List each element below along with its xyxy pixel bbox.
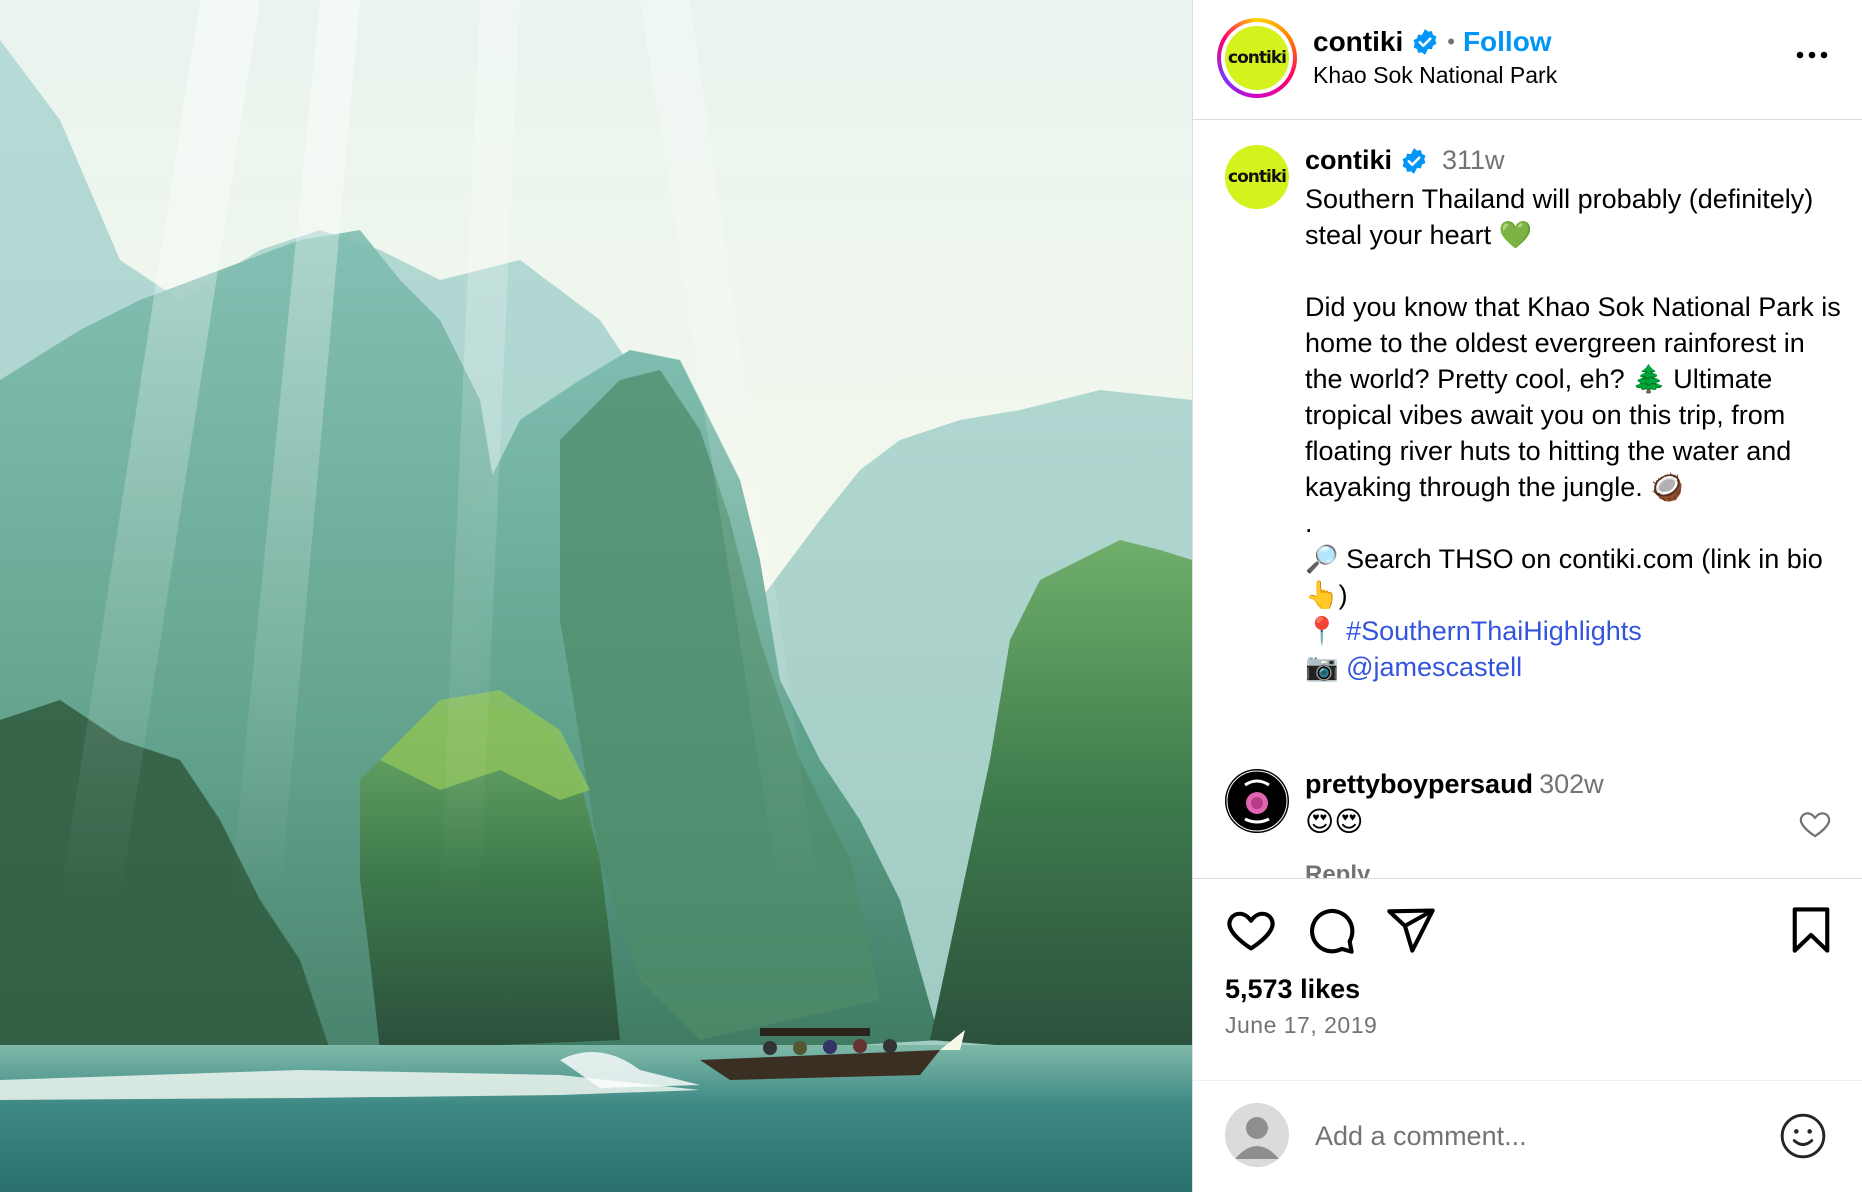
comment-input[interactable]: [1313, 1111, 1757, 1161]
hashtag-prefix: 📍: [1305, 616, 1347, 646]
caption-age: 311w: [1442, 145, 1505, 175]
location-link[interactable]: Khao Sok National Park: [1313, 62, 1557, 89]
post-header: contiki contiki • Follow Khao Sok Nation…: [1193, 0, 1862, 120]
current-user-avatar: [1225, 1103, 1289, 1167]
hashtag-link[interactable]: #SouthernThaiHighlights: [1346, 616, 1642, 646]
header-username[interactable]: contiki: [1313, 26, 1403, 58]
mention-link[interactable]: @jamescastell: [1346, 652, 1522, 682]
more-options-icon[interactable]: [1792, 40, 1832, 70]
comment-header: prettyboypersaud 302w: [1305, 769, 1604, 800]
commenter-avatar[interactable]: [1225, 769, 1289, 833]
comment-age: 302w: [1539, 769, 1604, 799]
default-user-icon: [1225, 1103, 1289, 1167]
caption-body: Southern Thailand will probably (definit…: [1305, 184, 1841, 610]
caption-text: Southern Thailand will probably (definit…: [1305, 181, 1845, 685]
post-date: June 17, 2019: [1225, 1012, 1378, 1038]
caption-avatar-text: contiki: [1228, 167, 1287, 187]
header-username-row: contiki • Follow: [1313, 26, 1552, 58]
comments-section[interactable]: contiki contiki 311w Southern Thailand w…: [1193, 121, 1862, 878]
post-panel: contiki contiki • Follow Khao Sok Nation…: [1192, 0, 1862, 1192]
landscape-image: [0, 0, 1192, 1192]
caption-avatar[interactable]: contiki: [1225, 145, 1289, 209]
follow-button[interactable]: Follow: [1463, 26, 1552, 58]
verified-badge-icon: [1413, 29, 1437, 55]
avatar-text: contiki: [1228, 48, 1287, 68]
avatar: contiki: [1225, 26, 1289, 90]
heart-icon[interactable]: [1225, 904, 1277, 956]
caption-header: contiki 311w: [1305, 145, 1505, 176]
caption-username[interactable]: contiki: [1305, 145, 1392, 176]
reply-button[interactable]: Reply: [1305, 861, 1370, 878]
add-comment-bar: [1193, 1080, 1862, 1192]
bookmark-icon[interactable]: [1785, 904, 1837, 956]
likes-count[interactable]: 5,573 likes: [1225, 974, 1360, 1005]
verified-badge-icon: [1402, 147, 1426, 174]
rose-logo-icon: [1226, 770, 1288, 832]
separator-dot: •: [1447, 29, 1455, 54]
comment-text: 😍😍: [1305, 806, 1364, 837]
mention-prefix: 📷: [1305, 652, 1347, 682]
commenter-username[interactable]: prettyboypersaud: [1305, 769, 1533, 799]
post-photo[interactable]: [0, 0, 1192, 1192]
comment-icon[interactable]: [1305, 904, 1357, 956]
comment-heart-icon[interactable]: [1798, 807, 1832, 841]
share-icon[interactable]: [1385, 904, 1437, 956]
emoji-icon[interactable]: [1778, 1111, 1828, 1161]
actions-divider: [1193, 878, 1862, 881]
story-ring[interactable]: contiki: [1217, 18, 1297, 98]
